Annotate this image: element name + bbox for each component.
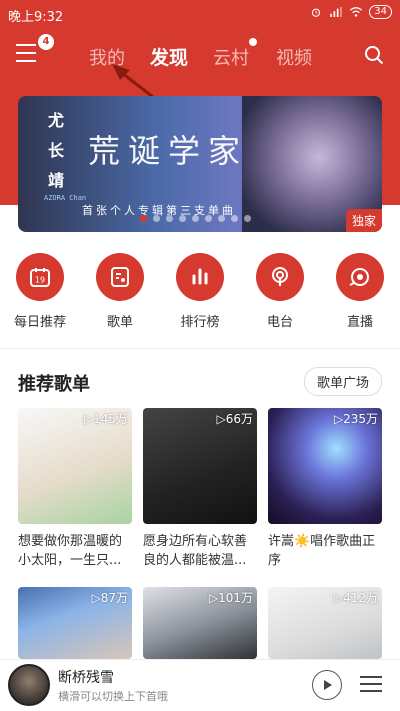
- shortcut-radio[interactable]: 电台: [245, 253, 315, 330]
- playlist-cover: ▷101万: [143, 587, 257, 659]
- play-count: ▷101万: [208, 591, 253, 605]
- playlist-card[interactable]: ▷101万: [143, 587, 257, 659]
- banner-pagination: [140, 215, 251, 222]
- shortcut-daily[interactable]: 19 每日推荐: [5, 253, 75, 330]
- tab-mine[interactable]: 我的: [89, 44, 125, 70]
- signal-icon: [330, 7, 343, 17]
- tab-video[interactable]: 视频: [276, 44, 312, 70]
- live-icon: [336, 253, 384, 301]
- status-icons: 34: [309, 5, 392, 19]
- playlist-cover: ▷66万: [143, 408, 257, 524]
- play-count: ▷235万: [333, 412, 378, 426]
- search-icon[interactable]: [364, 45, 384, 65]
- play-count: ▷66万: [216, 412, 254, 426]
- page-dot[interactable]: [140, 215, 147, 222]
- wifi-icon: [350, 7, 363, 17]
- shortcut-label: 每日推荐: [13, 315, 66, 330]
- play-count: ▷412万: [333, 591, 378, 605]
- playlist-cover: ▷145万: [18, 408, 132, 524]
- playlist-card[interactable]: ▷66万 愿身边所有心软善良的人都能被温...: [143, 408, 257, 570]
- battery-indicator: 34: [369, 5, 392, 19]
- page-dot[interactable]: [218, 215, 225, 222]
- chart-icon: [176, 253, 224, 301]
- queue-button[interactable]: [360, 676, 382, 697]
- shortcut-label: 歌单: [106, 315, 133, 330]
- menu-button[interactable]: [16, 44, 40, 66]
- shortcut-label: 电台: [266, 315, 293, 330]
- now-playing-artwork: [8, 664, 50, 706]
- notification-badge: 4: [38, 34, 54, 50]
- status-bar: 晚上9:32 34: [0, 0, 400, 28]
- playlist-name: 愿身边所有心软善良的人都能被温...: [143, 534, 248, 568]
- page-dot[interactable]: [153, 215, 160, 222]
- top-nav: 4 我的 发现 云村 视频: [0, 30, 400, 80]
- shortcut-row: 19 每日推荐 歌单 排行榜 电台 直播: [0, 253, 400, 333]
- exclusive-tag: 独家: [345, 209, 382, 232]
- tab-discover[interactable]: 发现: [150, 43, 188, 70]
- calendar-icon: 19: [16, 253, 64, 301]
- playlist-card[interactable]: ▷412万: [268, 587, 382, 659]
- menu-icon: [16, 44, 36, 46]
- shortcut-playlist[interactable]: 歌单: [85, 253, 155, 330]
- playlist-square-button[interactable]: 歌单广场: [303, 367, 382, 396]
- radio-icon: [256, 253, 304, 301]
- svg-text:19: 19: [35, 276, 45, 285]
- playlist-cover: ▷235万: [268, 408, 382, 524]
- promo-banner[interactable]: 尤长靖 AZORA Chan 荒诞学家 首张个人专辑第三支单曲 独家: [18, 96, 382, 232]
- alarm-icon: [312, 8, 321, 17]
- divider: [0, 348, 400, 349]
- play-button[interactable]: [312, 670, 342, 700]
- queue-icon: [360, 676, 382, 678]
- page-dot[interactable]: [179, 215, 186, 222]
- playlist-card[interactable]: ▷235万 许嵩☀️唱作歌曲正序: [268, 408, 382, 570]
- playlist-name: 许嵩☀️唱作歌曲正序: [268, 534, 376, 568]
- page-dot[interactable]: [231, 215, 238, 222]
- playlist-card[interactable]: ▷145万 想要做你那温暖的小太阳，一生只...: [18, 408, 132, 570]
- playlist-card[interactable]: ▷87万: [18, 587, 132, 659]
- playlist-icon: [96, 253, 144, 301]
- mini-player[interactable]: 断桥残雪 横滑可以切换上下首哦: [0, 659, 400, 711]
- page-dot[interactable]: [244, 215, 251, 222]
- shortcut-charts[interactable]: 排行榜: [165, 253, 235, 330]
- shortcut-live[interactable]: 直播: [325, 253, 395, 330]
- status-time: 晚上9:32: [8, 10, 64, 25]
- play-count: ▷145万: [83, 412, 128, 426]
- page-dot[interactable]: [205, 215, 212, 222]
- shortcut-label: 排行榜: [180, 315, 220, 330]
- banner-artist-name: 尤长靖: [48, 111, 65, 190]
- new-indicator-dot: [249, 38, 257, 46]
- shortcut-label: 直播: [346, 315, 373, 330]
- section-title: 推荐歌单: [18, 374, 90, 395]
- banner-title-art: 荒诞学家: [88, 132, 249, 170]
- playlist-cover: ▷87万: [18, 587, 132, 659]
- banner-artist-en: AZORA Chan: [44, 194, 87, 202]
- play-count: ▷87万: [91, 591, 129, 605]
- play-icon: [324, 680, 332, 690]
- page-dot[interactable]: [166, 215, 173, 222]
- tab-cloud-village[interactable]: 云村: [213, 44, 249, 70]
- now-playing-hint: 横滑可以切换上下首哦: [58, 690, 168, 703]
- playlist-name: 想要做你那温暖的小太阳，一生只...: [18, 534, 123, 568]
- playlist-cover: ▷412万: [268, 587, 382, 659]
- now-playing-title: 断桥残雪: [58, 670, 114, 686]
- page-dot[interactable]: [192, 215, 199, 222]
